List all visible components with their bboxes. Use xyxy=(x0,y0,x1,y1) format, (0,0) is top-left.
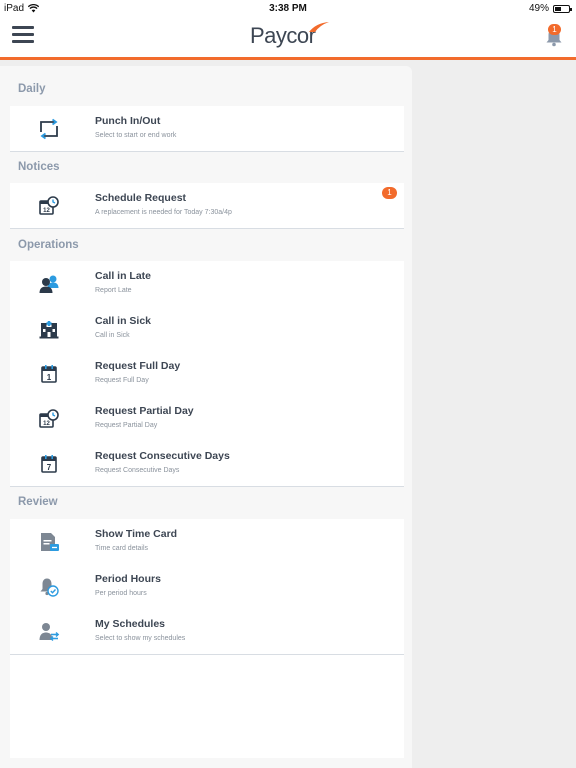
status-right: 49% xyxy=(528,3,572,14)
calendar-number: 12 xyxy=(43,208,50,214)
user-schedule-icon xyxy=(39,623,60,642)
bell-check-icon xyxy=(40,578,59,597)
calendar-seven-icon: 7 xyxy=(41,455,57,473)
item-title: Period Hours xyxy=(95,573,161,585)
menu-item-call-in-sick[interactable]: Call in Sick Call in Sick xyxy=(10,306,404,351)
calendar-one-icon: 1 xyxy=(41,365,57,383)
people-icon xyxy=(39,275,59,293)
item-subtitle: A replacement is needed for Today 7:30a/… xyxy=(95,209,232,216)
logo-text: Paycor xyxy=(250,23,316,48)
hamburger-menu-button[interactable] xyxy=(12,26,34,46)
section-review: Show Time Card Time card details Period … xyxy=(10,519,404,655)
menu-line-icon xyxy=(12,40,34,43)
section-header-operations: Operations xyxy=(18,239,79,251)
empty-list-area xyxy=(10,655,404,758)
item-title: Call in Late xyxy=(95,270,152,282)
calendar-number: 7 xyxy=(47,463,52,472)
calendar-number: 1 xyxy=(47,373,52,382)
calendar-clock-icon: 12 xyxy=(39,196,59,215)
menu-item-show-time-card[interactable]: Show Time Card Time card details xyxy=(10,519,404,564)
item-subtitle: Per period hours xyxy=(95,590,147,597)
menu-item-schedule-request[interactable]: 12 Schedule Request A replacement is nee… xyxy=(10,183,404,228)
menu-line-icon xyxy=(12,26,34,29)
item-subtitle: Call in Sick xyxy=(95,332,130,339)
section-daily: Punch In/Out Select to start or end work xyxy=(10,106,404,152)
item-title: My Schedules xyxy=(95,618,166,630)
notification-badge: 1 xyxy=(548,24,561,35)
battery-icon xyxy=(553,4,572,13)
menu-item-request-full-day[interactable]: 1 Request Full Day Request Full Day xyxy=(10,351,404,396)
item-title: Call in Sick xyxy=(95,315,152,327)
paycor-logo: Paycor xyxy=(250,22,329,51)
punch-clock-icon xyxy=(40,118,58,140)
menu-line-icon xyxy=(12,33,34,36)
item-title: Show Time Card xyxy=(95,528,178,540)
item-title: Request Partial Day xyxy=(95,405,194,417)
item-title: Punch In/Out xyxy=(95,115,161,127)
section-header-notices: Notices xyxy=(18,161,60,173)
nav-bar: Paycor 1 xyxy=(0,18,576,60)
menu-item-request-consecutive-days[interactable]: 7 Request Consecutive Days Request Conse… xyxy=(10,441,404,486)
section-header-daily: Daily xyxy=(18,83,46,95)
notice-count-badge: 1 xyxy=(382,187,397,199)
calendar-clock-icon: 12 xyxy=(39,409,59,428)
item-subtitle: Time card details xyxy=(95,545,149,552)
item-title: Request Consecutive Days xyxy=(95,450,230,462)
status-time: 3:38 PM xyxy=(269,3,307,14)
battery-percent: 49% xyxy=(528,3,549,14)
notifications-button[interactable]: 1 xyxy=(544,24,564,48)
menu-item-call-in-late[interactable]: Call in Late Report Late xyxy=(10,261,404,306)
calendar-number: 12 xyxy=(43,421,50,427)
item-subtitle: Request Partial Day xyxy=(95,422,158,429)
section-operations: Call in Late Report Late Call in Sick Ca… xyxy=(10,261,404,487)
item-subtitle: Select to start or end work xyxy=(95,132,177,139)
item-title: Schedule Request xyxy=(95,192,187,204)
item-subtitle: Report Late xyxy=(95,287,132,294)
logo-swoosh-icon xyxy=(309,22,329,32)
item-subtitle: Request Consecutive Days xyxy=(95,467,180,474)
time-card-icon xyxy=(41,533,59,551)
section-notices: 12 Schedule Request A replacement is nee… xyxy=(10,183,404,229)
item-title: Request Full Day xyxy=(95,360,181,372)
menu-panel: Daily Punch In/Out Select to start or en… xyxy=(0,66,412,768)
hospital-icon xyxy=(39,320,59,339)
menu-item-period-hours[interactable]: Period Hours Per period hours xyxy=(10,564,404,609)
menu-item-request-partial-day[interactable]: 12 Request Partial Day Request Partial D… xyxy=(10,396,404,441)
battery-fill xyxy=(555,6,562,11)
menu-item-punch-in-out[interactable]: Punch In/Out Select to start or end work xyxy=(10,106,404,151)
item-subtitle: Select to show my schedules xyxy=(95,635,186,642)
section-header-review: Review xyxy=(18,496,58,508)
status-bar: iPad 3:38 PM 49% xyxy=(0,0,576,18)
item-subtitle: Request Full Day xyxy=(95,377,149,384)
menu-item-my-schedules[interactable]: My Schedules Select to show my schedules xyxy=(10,609,404,654)
